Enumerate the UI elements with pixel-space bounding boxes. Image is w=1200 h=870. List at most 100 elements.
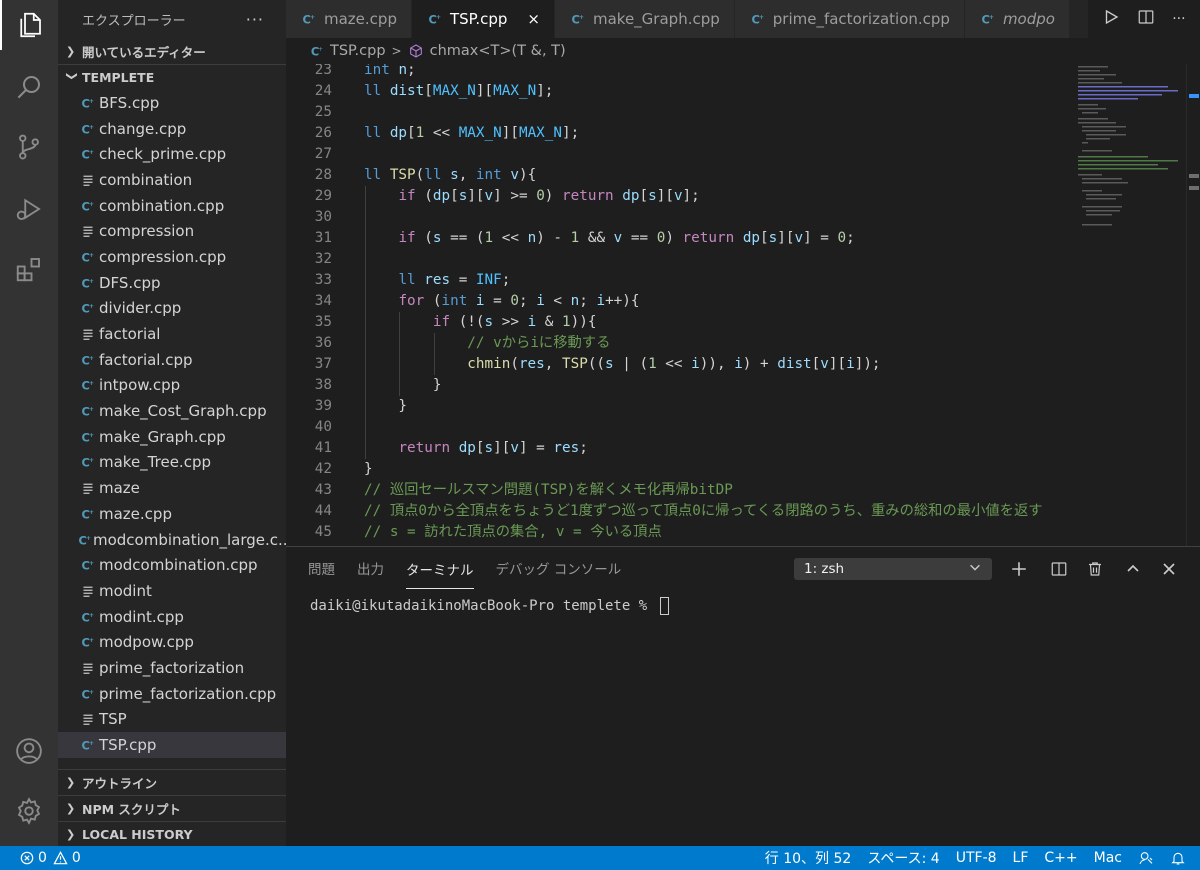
file-item[interactable]: C + modcombination.cpp [58, 552, 286, 578]
file-item[interactable]: C + maze.cpp [58, 501, 286, 527]
cpp-file-icon: C + [78, 250, 98, 264]
explorer-icon[interactable] [0, 0, 58, 50]
account-icon[interactable] [0, 726, 58, 776]
language-mode[interactable]: C++ [1036, 850, 1085, 866]
more-actions-icon[interactable]: ··· [1172, 11, 1185, 27]
more-actions-button[interactable]: ··· [246, 10, 264, 29]
file-label: TSP [99, 710, 127, 729]
file-item[interactable]: factorial [58, 321, 286, 347]
local-history-section[interactable]: ❯ LOCAL HISTORY [58, 821, 286, 847]
file-item[interactable]: C + combination.cpp [58, 193, 286, 219]
editor-tab[interactable]: C + maze.cpp [286, 0, 412, 38]
warning-icon [53, 851, 68, 865]
code-line: 40 [286, 417, 1066, 438]
chevron-up-icon[interactable] [1122, 558, 1144, 580]
file-item[interactable]: modint [58, 578, 286, 604]
file-item[interactable]: TSP [58, 707, 286, 733]
folder-section-templete[interactable]: ❯ TEMPLETE [58, 64, 286, 90]
code-text: ll TSP(ll s, int v){ [364, 167, 537, 183]
breadcrumb-file[interactable]: TSP.cpp [330, 43, 386, 59]
trash-icon[interactable] [1084, 558, 1106, 580]
code-text: // s = 訪れた頂点の集合, v = 今いる頂点 [364, 524, 662, 540]
panel-tab[interactable]: デバッグ コンソール [496, 547, 622, 589]
new-terminal-icon[interactable] [1008, 558, 1030, 580]
code-line: 35 if (!(s >> i & 1)){ [286, 312, 1066, 333]
terminal-output[interactable]: daiki@ikutadaikinoMacBook-Pro templete % [310, 597, 669, 615]
minimap[interactable] [1078, 64, 1184, 244]
file-label: DFS.cpp [99, 273, 161, 292]
editor-tab[interactable]: C + modpo [964, 0, 1070, 38]
file-item[interactable]: C + prime_factorization.cpp [58, 681, 286, 707]
code-line: 27 [286, 144, 1066, 165]
terminal-select[interactable]: 1: zsh [794, 558, 992, 580]
line-number: 23 [314, 64, 332, 78]
file-item[interactable]: C + divider.cpp [58, 296, 286, 322]
file-item[interactable]: combination [58, 167, 286, 193]
cpp-file-icon: C + [78, 122, 98, 136]
cursor-position[interactable]: 行 10、列 52 [757, 848, 860, 868]
code-line: 43 // 巡回セールスマン問題(TSP)を解くメモ化再帰bitDP [286, 480, 1066, 501]
file-label: maze [99, 479, 140, 498]
cpp-file-icon: C + [78, 96, 98, 110]
file-encoding[interactable]: UTF-8 [948, 850, 1005, 866]
file-item[interactable]: C + intpow.cpp [58, 373, 286, 399]
file-item[interactable]: C + DFS.cpp [58, 270, 286, 296]
svg-text:+: + [89, 201, 94, 208]
tab-close-icon[interactable]: × [527, 10, 540, 28]
panel-tab[interactable]: 問題 [308, 547, 335, 589]
file-item[interactable]: maze [58, 475, 286, 501]
code-editor[interactable]: 23 int n; 24 ll dist[MAX_N][MAX_N]; 25 26 ll d… [286, 64, 1200, 546]
file-item[interactable]: C + modcombination_large.c... [58, 527, 286, 553]
editor-tab[interactable]: C + TSP.cpp × [411, 0, 555, 38]
run-icon[interactable] [1102, 8, 1120, 30]
open-editors-section[interactable]: ❯ 開いているエディター [58, 38, 286, 64]
file-item[interactable]: C + make_Graph.cpp [58, 424, 286, 450]
feedback-icon[interactable] [1130, 850, 1162, 866]
code-text: if (!(s >> i & 1)){ [432, 314, 597, 330]
problems-status[interactable]: 0 0 [0, 850, 81, 866]
file-item[interactable]: C + modpow.cpp [58, 629, 286, 655]
file-item[interactable]: C + change.cpp [58, 116, 286, 142]
file-item[interactable]: C + BFS.cpp [58, 90, 286, 116]
chevron-right-icon: ❯ [66, 802, 76, 815]
panel-tab[interactable]: ターミナル [406, 559, 474, 589]
cpp-file-icon: C + [428, 12, 442, 26]
file-item[interactable]: C + modint.cpp [58, 604, 286, 630]
file-item[interactable]: C + TSP.cpp [58, 732, 286, 758]
file-item[interactable]: compression [58, 218, 286, 244]
terminal-cursor [659, 597, 669, 615]
close-icon[interactable] [1158, 558, 1180, 580]
indentation[interactable]: スペース: 4 [859, 848, 947, 868]
end-of-line[interactable]: LF [1005, 850, 1037, 866]
bell-icon[interactable] [1162, 850, 1200, 866]
editor-scrollbar[interactable] [1186, 64, 1200, 546]
svg-text:+: + [89, 740, 94, 747]
line-number: 33 [314, 272, 332, 288]
file-item[interactable]: C + make_Cost_Graph.cpp [58, 398, 286, 424]
code-text: return dp[s][v] = res; [398, 440, 588, 456]
file-item[interactable]: C + check_prime.cpp [58, 141, 286, 167]
run-debug-icon[interactable] [0, 184, 58, 234]
search-icon[interactable] [0, 62, 58, 112]
open-editors-label: 開いているエディター [82, 44, 206, 60]
editor-tab[interactable]: C + make_Graph.cpp [555, 0, 735, 38]
source-control-icon[interactable] [0, 122, 58, 172]
settings-gear-icon[interactable] [0, 786, 58, 836]
npm-scripts-section[interactable]: ❯ NPM スクリプト [58, 795, 286, 821]
split-editor-icon[interactable] [1137, 8, 1155, 30]
editor-tab[interactable]: C + prime_factorization.cpp [734, 0, 965, 38]
breadcrumb-symbol[interactable]: chmax<T>(T &, T) [430, 43, 566, 59]
os-indicator[interactable]: Mac [1086, 850, 1130, 866]
outline-section[interactable]: ❯ アウトライン [58, 769, 286, 795]
file-item[interactable]: prime_factorization [58, 655, 286, 681]
extensions-icon[interactable] [0, 244, 58, 294]
cpp-file-icon: C + [78, 533, 92, 547]
panel-tab[interactable]: 出力 [357, 547, 384, 589]
svg-text:+: + [436, 14, 441, 21]
file-item[interactable]: C + factorial.cpp [58, 347, 286, 373]
file-label: combination.cpp [99, 196, 225, 215]
split-terminal-icon[interactable] [1048, 558, 1070, 580]
cpp-file-icon: C + [78, 353, 98, 367]
file-item[interactable]: C + compression.cpp [58, 244, 286, 270]
file-item[interactable]: C + make_Tree.cpp [58, 450, 286, 476]
